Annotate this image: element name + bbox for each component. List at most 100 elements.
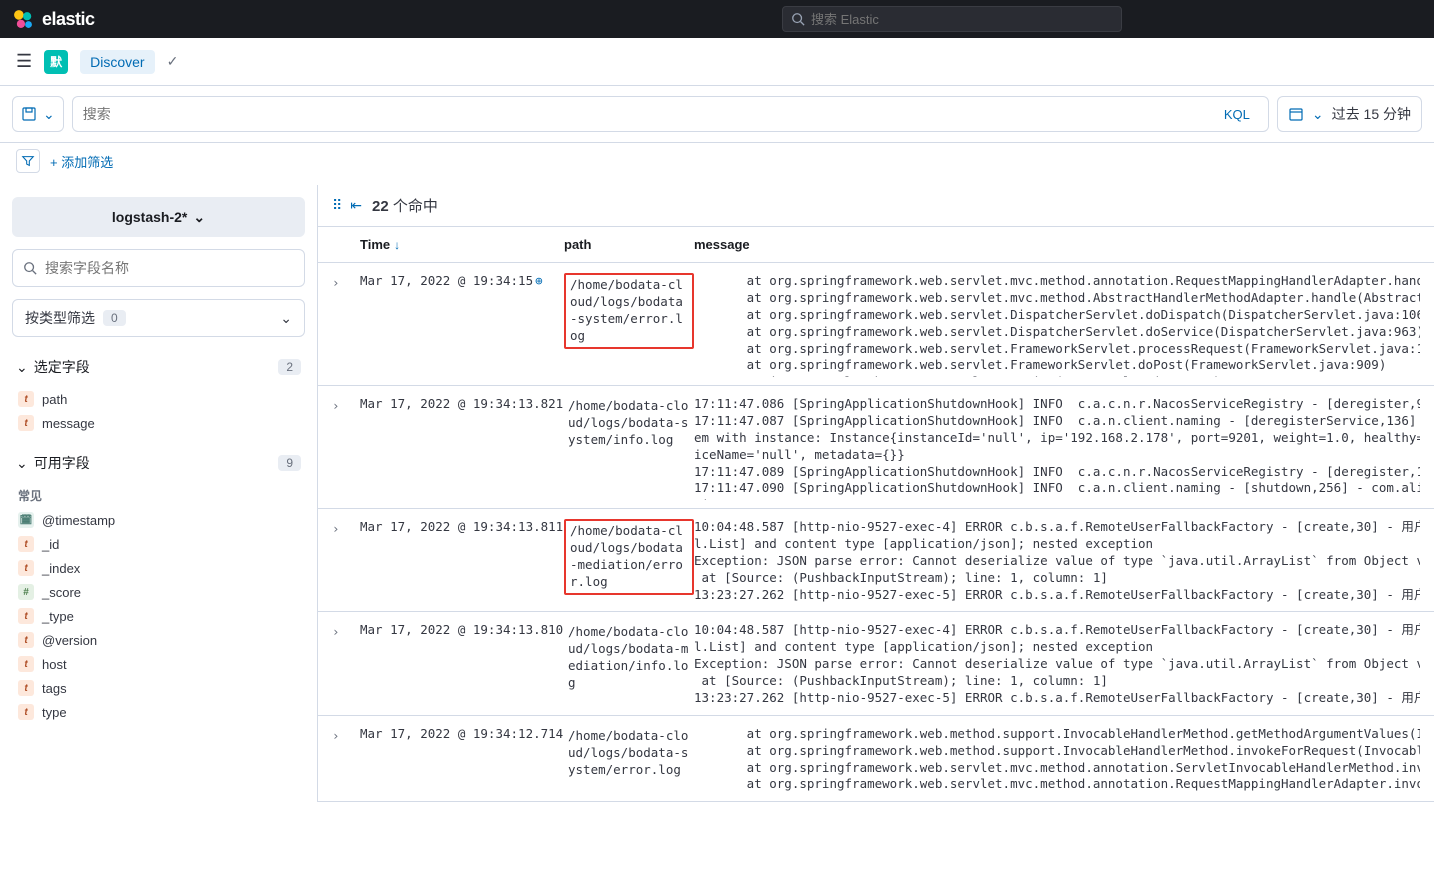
cell-message: at org.springframework.web.method.suppor… <box>694 726 1420 794</box>
filter-funnel-icon <box>21 154 35 168</box>
table-row: › Mar 17, 2022 @ 19:34:15⊕ /home/bodata-… <box>318 263 1434 386</box>
field-item[interactable]: tpath <box>12 387 305 411</box>
text-field-icon: t <box>18 680 34 696</box>
field-name: @version <box>42 633 97 648</box>
cell-time: Mar 17, 2022 @ 19:34:13.821 <box>360 396 564 500</box>
available-fields-label: 可用字段 <box>34 453 90 473</box>
col-path[interactable]: path <box>564 237 694 252</box>
index-pattern-label: logstash-2* <box>112 209 187 225</box>
table-header: Time↓ path message <box>318 227 1434 263</box>
field-search[interactable] <box>12 249 305 287</box>
col-message[interactable]: message <box>694 237 1420 252</box>
expand-row[interactable]: › <box>332 396 360 500</box>
field-item[interactable]: 🗓 @timestamp <box>12 508 305 532</box>
cell-message: at org.springframework.web.servlet.mvc.m… <box>694 273 1420 377</box>
cell-message: 10:04:48.587 [http-nio-9527-exec-4] ERRO… <box>694 519 1420 603</box>
expand-row[interactable]: › <box>332 519 360 603</box>
chevron-down-icon: ⌄ <box>16 359 28 376</box>
table-row: › Mar 17, 2022 @ 19:34:13.811 /home/boda… <box>318 509 1434 612</box>
field-item[interactable]: t _index <box>12 556 305 580</box>
col-time[interactable]: Time↓ <box>360 237 564 252</box>
discover-breadcrumb[interactable]: Discover <box>80 50 154 74</box>
cell-time: Mar 17, 2022 @ 19:34:12.714 <box>360 726 564 794</box>
field-item[interactable]: # _score <box>12 580 305 604</box>
chart-toggle-icon[interactable]: ⠿ <box>332 197 342 214</box>
table-row: › Mar 17, 2022 @ 19:34:13.810 /home/boda… <box>318 612 1434 715</box>
table-row: › Mar 17, 2022 @ 19:34:12.714 /home/boda… <box>318 716 1434 803</box>
expand-row[interactable]: › <box>332 273 360 377</box>
field-item[interactable]: ttype <box>12 700 305 724</box>
cell-time: Mar 17, 2022 @ 19:34:13.810 <box>360 622 564 706</box>
elastic-logo-icon <box>12 8 34 30</box>
time-range-label: 过去 15 分钟 <box>1332 104 1411 124</box>
available-count: 9 <box>278 455 301 471</box>
cell-path: /home/bodata-cloud/logs/bodata-system/er… <box>564 726 694 794</box>
text-field-icon: t <box>18 632 34 648</box>
field-name: _type <box>42 609 74 624</box>
selected-count: 2 <box>278 359 301 375</box>
field-name: @timestamp <box>42 513 115 528</box>
chevron-down-icon[interactable]: ✓ <box>167 53 179 70</box>
text-field-icon: t <box>18 704 34 720</box>
cell-path: /home/bodata-cloud/logs/bodata-mediation… <box>564 622 694 706</box>
selected-fields-header[interactable]: ⌄ 选定字段 2 <box>12 349 305 385</box>
kql-toggle[interactable]: KQL <box>1216 107 1258 122</box>
cell-path: /home/bodata-cloud/logs/bodata-system/in… <box>564 396 694 500</box>
field-name: _index <box>42 561 80 576</box>
index-pattern-selector[interactable]: logstash-2* ⌄ <box>12 197 305 237</box>
cell-time: Mar 17, 2022 @ 19:34:13.811 <box>360 519 564 603</box>
field-name: path <box>42 392 67 407</box>
expand-row[interactable]: › <box>332 726 360 794</box>
query-bar: ⌄ KQL ⌄ 过去 15 分钟 <box>0 86 1434 143</box>
field-item[interactable]: tmessage <box>12 411 305 435</box>
filter-by-type-count: 0 <box>103 310 126 326</box>
nav-toggle[interactable]: ☰ <box>16 51 32 72</box>
search-icon <box>23 261 37 275</box>
field-item[interactable]: t_id <box>12 532 305 556</box>
field-item[interactable]: t @version <box>12 628 305 652</box>
app-badge[interactable]: 默 <box>44 50 68 74</box>
chevron-down-icon: ⌄ <box>1312 106 1324 123</box>
common-label: 常见 <box>12 481 305 506</box>
expand-row[interactable]: › <box>332 622 360 706</box>
chevron-down-icon: ⌄ <box>193 209 205 226</box>
field-item[interactable]: ttags <box>12 676 305 700</box>
available-fields-header[interactable]: ⌄可用字段 9 <box>12 445 305 481</box>
add-filter-button[interactable]: + 添加筛选 <box>50 152 113 171</box>
field-name: _score <box>42 585 81 600</box>
field-name: type <box>42 705 67 720</box>
text-field-icon: t <box>18 560 34 576</box>
disk-icon <box>21 106 37 122</box>
cell-path: /home/bodata-cloud/logs/bodata-system/er… <box>564 273 694 377</box>
global-search[interactable] <box>782 6 1122 32</box>
date-field-icon: 🗓 <box>18 512 34 528</box>
field-item[interactable]: thost <box>12 652 305 676</box>
filter-by-type[interactable]: 按类型筛选 0 ⌄ <box>12 299 305 337</box>
elastic-logo[interactable]: elastic <box>12 8 95 30</box>
field-item[interactable]: t_type <box>12 604 305 628</box>
available-fields-list: 🗓@timestampt_idt_index#_scoret_typet@ver… <box>12 506 305 734</box>
field-name: host <box>42 657 67 672</box>
filter-options-button[interactable] <box>16 149 40 173</box>
expand-time-icon[interactable]: ⊕ <box>535 273 543 288</box>
selected-fields-label: 选定字段 <box>34 357 90 377</box>
chevron-down-icon: ⌄ <box>280 310 292 327</box>
collapse-sidebar-icon[interactable]: ⇤ <box>350 197 362 214</box>
cell-message: 17:11:47.086 [SpringApplicationShutdownH… <box>694 396 1420 500</box>
field-name: tags <box>42 681 67 696</box>
number-field-icon: # <box>18 584 34 600</box>
app-bar: ☰ 默 Discover ✓ <box>0 38 1434 86</box>
query-input-wrap[interactable]: KQL <box>72 96 1269 132</box>
text-field-icon: t <box>18 656 34 672</box>
filter-by-type-label: 按类型筛选 <box>25 308 95 328</box>
text-field-icon: t <box>18 391 34 407</box>
global-search-input[interactable] <box>811 12 1113 27</box>
table-rows: › Mar 17, 2022 @ 19:34:15⊕ /home/bodata-… <box>318 263 1434 802</box>
saved-query-menu[interactable]: ⌄ <box>12 96 64 132</box>
time-picker[interactable]: ⌄ 过去 15 分钟 <box>1277 96 1422 132</box>
query-input[interactable] <box>83 106 1216 122</box>
cell-path: /home/bodata-cloud/logs/bodata-mediation… <box>564 519 694 603</box>
table-row: › Mar 17, 2022 @ 19:34:13.821 /home/boda… <box>318 386 1434 509</box>
hits-label: 22 个命中 <box>372 195 438 216</box>
field-search-input[interactable] <box>45 260 294 276</box>
